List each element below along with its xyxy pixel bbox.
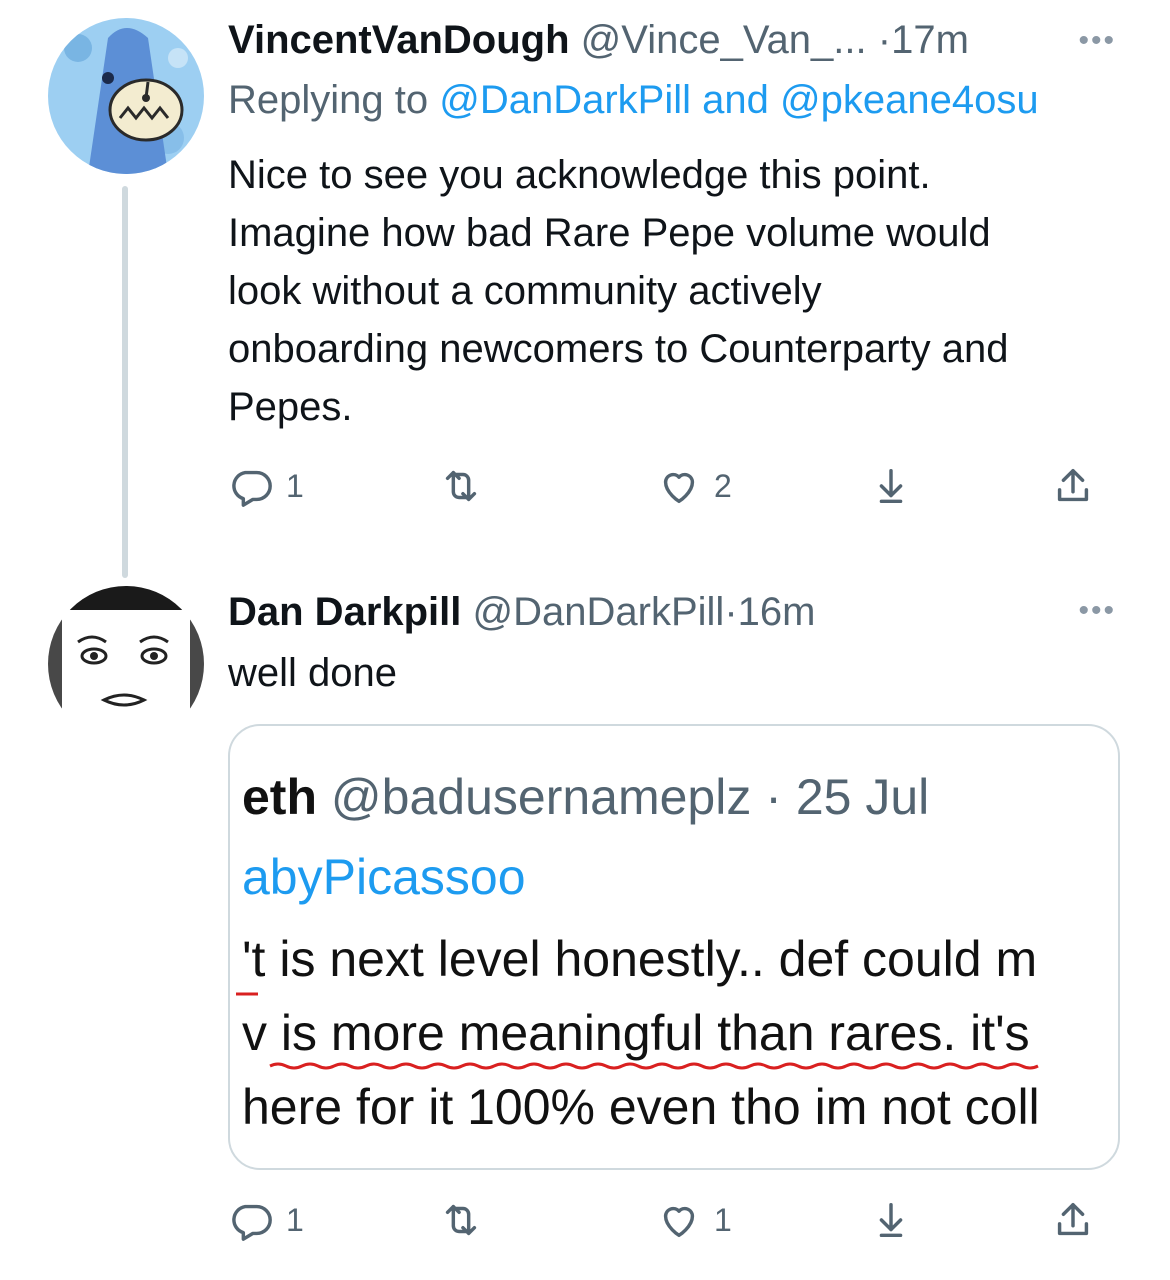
separator-dot: · [877,18,892,62]
share-icon [1057,468,1089,502]
reply-icon [232,470,272,507]
reply-icon [232,1204,272,1241]
reply-mention-dandarkpill[interactable]: @DanDarkPill [439,78,691,122]
download-button[interactable] [868,458,914,514]
tweet-text-line: Pepes. [228,385,353,429]
tweet-text-line: onboarding newcomers to Counterparty and [228,327,1009,371]
like-count: 1 [714,1201,732,1238]
display-name[interactable]: Dan Darkpill [228,590,461,634]
display-name[interactable]: VincentVanDough [228,18,570,62]
download-icon [879,468,903,504]
download-icon [879,1202,903,1238]
retweet-icon [445,470,477,502]
tweet-actions: 1 1 [228,1192,1108,1248]
reply-count: 1 [286,467,304,504]
retweet-button[interactable] [438,458,496,514]
reply-mention-pkeane4osu[interactable]: @pkeane4osu [780,78,1039,122]
attached-screenshot-image[interactable]: eth @badusernameplz · 25 Jul abyPicassoo… [228,724,1120,1170]
tweet-vincentvandough[interactable]: VincentVanDough @Vince_Van_... ·17m ••• … [0,0,1170,580]
reply-mention-and[interactable]: and [691,78,780,122]
download-button[interactable] [868,1192,914,1248]
tweet-text: well done [228,651,398,695]
avatar-vincentvandough[interactable] [48,18,204,174]
reply-count: 1 [286,1201,304,1238]
retweet-icon [445,1204,477,1236]
user-handle[interactable]: @Vince_Van_... [581,18,867,62]
like-icon [663,472,695,504]
spellcheck-underline [236,992,1039,1070]
tweet-text-line: Imagine how bad Rare Pepe volume would [228,211,991,255]
separator-dot: · [724,590,738,634]
timestamp[interactable]: 17m [891,18,969,62]
like-button[interactable]: 1 [656,1192,732,1248]
retweet-button[interactable] [438,1192,496,1248]
tweet-text-line: look without a community actively [228,269,822,313]
more-icon[interactable]: ••• [1078,594,1116,628]
tweet-actions: 1 2 [228,458,1108,514]
replying-prefix: Replying to [228,78,440,122]
user-handle[interactable]: @DanDarkPill [473,590,725,634]
screenshot-content: eth @badusernameplz · 25 Jul abyPicassoo… [230,726,1118,1168]
like-icon [663,1206,695,1238]
replying-to-line: Replying to @DanDarkPill and @pkeane4osu [228,76,1039,124]
tweet-dandarkpill[interactable]: Dan Darkpill @DanDarkPill·16m ••• well d… [0,580,1170,1280]
reply-button[interactable]: 1 [228,458,304,514]
tweet-header: Dan Darkpill @DanDarkPill·16m [228,588,815,636]
thread-connector-line [122,186,128,578]
tweet-text: Nice to see you acknowledge this point. … [228,146,1128,436]
share-icon [1057,1202,1089,1236]
tweet-text-line: Nice to see you acknowledge this point. [228,153,931,197]
tweet-header: VincentVanDough @Vince_Van_... ·17m [228,16,969,64]
like-button[interactable]: 2 [656,458,732,514]
reply-button[interactable]: 1 [228,1192,304,1248]
share-button[interactable] [1050,1192,1096,1248]
avatar-dandarkpill[interactable] [48,586,204,742]
share-button[interactable] [1050,458,1096,514]
timestamp[interactable]: 16m [738,590,816,634]
more-icon[interactable]: ••• [1078,24,1116,58]
like-count: 2 [714,467,732,504]
